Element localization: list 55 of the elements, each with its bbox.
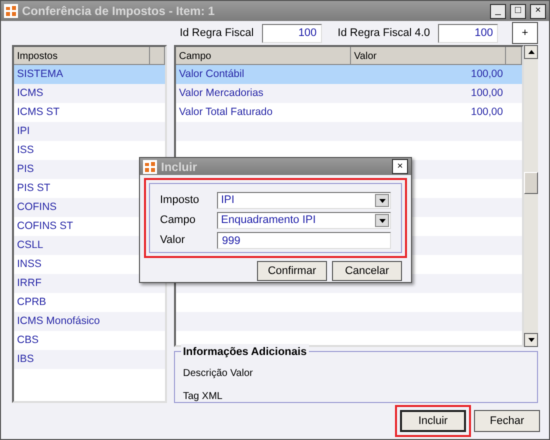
dialog-button[interactable]: Confirmar <box>257 261 327 281</box>
dropdown[interactable]: Enquadramento IPI <box>217 212 391 229</box>
table-cell-text: 100,00 <box>470 86 504 101</box>
tax-item[interactable]: CPRB <box>14 293 165 312</box>
tax-item[interactable]: CBS <box>14 331 165 350</box>
close-button[interactable]: × <box>392 159 408 174</box>
table-row[interactable]: Valor Mercadorias 100,00 <box>176 84 522 103</box>
down-arrow-icon <box>528 338 534 342</box>
table-row[interactable]: Valor Contábil 100,00 <box>176 65 522 84</box>
id-field[interactable]: 100 <box>262 24 322 42</box>
tax-item[interactable]: ICMS <box>14 84 165 103</box>
app-logo-icon <box>4 4 18 18</box>
column-header: Valor <box>351 47 506 65</box>
scrollbar[interactable] <box>524 45 538 347</box>
dropdown-button[interactable] <box>375 194 389 207</box>
tax-item[interactable]: IBS <box>14 350 165 369</box>
dialog-button[interactable]: Cancelar <box>332 261 402 281</box>
app-logo-icon <box>143 160 157 174</box>
column-header-blank <box>150 47 165 65</box>
maximize-button[interactable]: □ <box>510 4 526 18</box>
tax-item[interactable]: IRRF <box>14 274 165 293</box>
minimize-button[interactable]: _ <box>490 4 506 18</box>
window-title: Conferência de Impostos - Item: 1 <box>22 3 216 20</box>
up-arrow-icon <box>528 50 534 54</box>
table-cell-text: 100,00 <box>470 67 504 82</box>
table-row[interactable]: Valor Total Faturado 100,00 <box>176 103 522 122</box>
column-header: Campo <box>176 47 351 65</box>
scroll-up-button[interactable] <box>524 45 538 59</box>
tax-item[interactable]: ICMS Monofásico <box>14 312 165 331</box>
column-header: Impostos <box>14 47 150 65</box>
add-button[interactable]: + <box>512 22 538 44</box>
scrollbar-thumb[interactable] <box>524 172 538 194</box>
close-button[interactable]: × <box>530 4 546 18</box>
input-field[interactable]: 999 <box>217 232 391 249</box>
dropdown[interactable]: IPI <box>217 192 391 209</box>
info-label: Descrição Valor <box>183 367 254 381</box>
tax-item[interactable]: ISS <box>14 141 165 160</box>
table-cell-text: Valor Mercadorias <box>179 86 264 101</box>
id-field[interactable]: 100 <box>438 24 498 42</box>
table-cell-text: Valor Total Faturado <box>179 105 274 120</box>
tax-item[interactable]: ICMS ST <box>14 103 165 122</box>
info-panel-title: Informações Adicionais <box>181 344 309 360</box>
footer-button[interactable]: Fechar <box>474 410 540 432</box>
table-cell-text: Valor Contábil <box>179 67 246 82</box>
column-header-blank <box>506 47 522 65</box>
scroll-down-button[interactable] <box>524 333 538 347</box>
down-arrow-icon <box>378 218 386 222</box>
field-label: Id Regra Fiscal 4.0 <box>338 26 430 41</box>
info-label: Tag XML <box>183 390 224 404</box>
field-label: Id Regra Fiscal <box>180 26 254 41</box>
down-arrow-icon <box>378 198 386 202</box>
table-cell-text: 100,00 <box>470 105 504 120</box>
tax-item[interactable]: IPI <box>14 122 165 141</box>
tax-item[interactable]: SISTEMA <box>14 65 165 84</box>
dropdown-button[interactable] <box>375 214 389 227</box>
